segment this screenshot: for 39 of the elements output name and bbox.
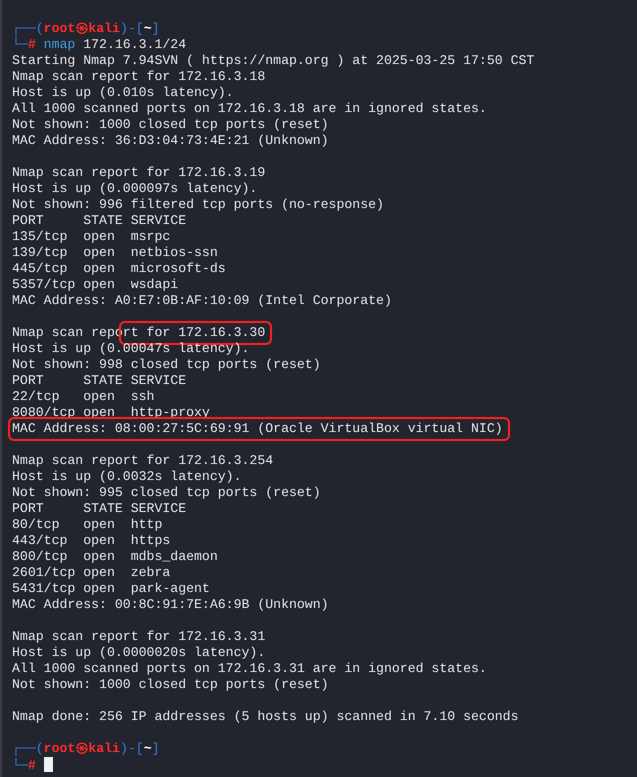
output-line: All 1000 scanned ports on 172.16.3.31 are in ignored states. <box>12 661 487 677</box>
output-line: 5357/tcp open wsdapi <box>12 277 178 293</box>
output-line: 80/tcp open http <box>12 517 162 533</box>
output-line: Nmap scan report for 172.16.3.31 <box>12 629 266 645</box>
output-line: Nmap scan report for 172.16.3.18 <box>12 69 266 85</box>
output-line: Not shown: 1000 closed tcp ports (reset) <box>12 677 329 693</box>
output-line: 800/tcp open mdbs_daemon <box>12 549 218 565</box>
output-line: 443/tcp open https <box>12 533 170 549</box>
command-line: └─# <box>12 758 37 774</box>
output-line: 135/tcp open msrpc <box>12 229 170 245</box>
output-line: 139/tcp open netbios-ssn <box>12 245 218 261</box>
output-line: PORT STATE SERVICE <box>12 373 186 389</box>
output-line: 2601/tcp open zebra <box>12 565 170 581</box>
command-line: └─# nmap 172.16.3.1/24 <box>12 37 186 53</box>
output-line: Not shown: 996 filtered tcp ports (no-response) <box>12 197 384 213</box>
output-line: All 1000 scanned ports on 172.16.3.18 are in ignored states. <box>12 101 487 117</box>
output-line: 445/tcp open microsoft-ds <box>12 261 226 277</box>
output-line: Host is up (0.0000020s latency). <box>12 645 266 661</box>
prompt-line: ┌──(root㉿kali)-[~] <box>12 21 160 37</box>
output-line: MAC Address: 00:8C:91:7E:A6:9B (Unknown) <box>12 597 329 613</box>
output-line: Host is up (0.00047s latency). <box>12 341 250 357</box>
output-line: Host is up (0.010s latency). <box>12 85 234 101</box>
output-line: Host is up (0.0032s latency). <box>12 469 242 485</box>
output-line: 8080/tcp open http-proxy <box>12 405 210 421</box>
output-line: MAC Address: A0:E7:0B:AF:10:09 (Intel Corporate) <box>12 293 392 309</box>
output-line: PORT STATE SERVICE <box>12 501 186 517</box>
output-line: MAC Address: 36:D3:04:73:4E:21 (Unknown) <box>12 133 329 149</box>
output-line: Nmap done: 256 IP addresses (5 hosts up) scanned in 7.10 seconds <box>12 709 518 725</box>
output-line: Starting Nmap 7.94SVN ( https://nmap.org ) at 2025-03-25 17:50 CST <box>12 53 534 69</box>
output-line: Nmap scan report for 172.16.3.254 <box>12 453 274 469</box>
prompt-line: ┌──(root㉿kali)-[~] <box>12 741 160 757</box>
output-line: 22/tcp open ssh <box>12 389 154 405</box>
output-line: Not shown: 1000 closed tcp ports (reset) <box>12 117 329 133</box>
output-line: Nmap scan report for 172.16.3.19 <box>12 165 266 181</box>
output-line: Host is up (0.000097s latency). <box>12 181 258 197</box>
output-line: 5431/tcp open park-agent <box>12 581 210 597</box>
output-line: Not shown: 998 closed tcp ports (reset) <box>12 357 321 373</box>
output-line: PORT STATE SERVICE <box>12 213 186 229</box>
output-line: Not shown: 995 closed tcp ports (reset) <box>12 485 321 501</box>
